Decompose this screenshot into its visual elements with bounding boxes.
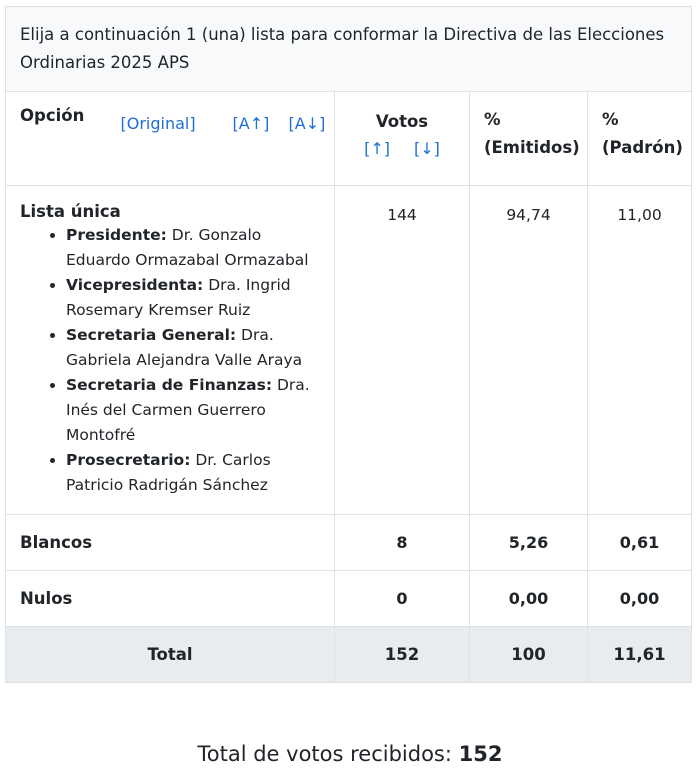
- list-member: Secretaria General: Dra. Gabriela Alejan…: [66, 323, 320, 373]
- sort-original-link[interactable]: [Original]: [121, 114, 196, 133]
- blank-pct-roll: 0,61: [587, 514, 692, 571]
- list-member: Prosecretario: Dr. Carlos Patricio Radri…: [66, 448, 320, 498]
- list-pct-emitted: 94,74: [469, 185, 588, 515]
- total-votes-received-label: Total de votos recibidos:: [197, 742, 452, 766]
- pct-emitted-header-symbol: %: [484, 110, 501, 129]
- null-votes: 0: [334, 570, 470, 627]
- list-member: Presidente: Dr. Gonzalo Eduardo Ormazaba…: [66, 223, 320, 273]
- total-votes: 152: [334, 626, 470, 683]
- blank-pct-emitted: 5,26: [469, 514, 588, 571]
- total-label: Total: [5, 626, 335, 683]
- option-header: Opción [Original] [A↑] [A↓]: [5, 91, 335, 186]
- sort-alpha-asc-link[interactable]: [A↑]: [233, 114, 270, 133]
- blank-label: Blancos: [5, 514, 335, 571]
- list-row: Lista única Presidente: Dr. Gonzalo Edua…: [5, 185, 692, 515]
- list-member: Secretaria de Finanzas: Dra. Inés del Ca…: [66, 373, 320, 448]
- null-row: Nulos 0 0,00 0,00: [5, 570, 692, 627]
- header-row: Opción [Original] [A↑] [A↓] Votos [↑] [↓]…: [5, 91, 692, 186]
- sort-votes-asc-link[interactable]: [↑]: [364, 139, 390, 158]
- blank-votes: 8: [334, 514, 470, 571]
- member-role: Secretaria General:: [66, 326, 237, 344]
- votes-header: Votos [↑] [↓]: [334, 91, 470, 186]
- blank-row: Blancos 8 5,26 0,61: [5, 514, 692, 571]
- pct-roll-header-label: (Padrón): [602, 138, 683, 157]
- member-role: Prosecretario:: [66, 451, 191, 469]
- member-role: Vicepresidenta:: [66, 276, 204, 294]
- sort-alpha-desc-link[interactable]: [A↓]: [289, 114, 326, 133]
- pct-roll-header: % (Padrón): [587, 91, 692, 186]
- member-role: Presidente:: [66, 226, 167, 244]
- total-row: Total 152 100 11,61: [5, 626, 692, 683]
- null-pct-emitted: 0,00: [469, 570, 588, 627]
- list-members: Presidente: Dr. Gonzalo Eduardo Ormazaba…: [20, 223, 320, 498]
- list-member: Vicepresidenta: Dra. Ingrid Rosemary Kre…: [66, 273, 320, 323]
- pct-emitted-header: % (Emitidos): [469, 91, 588, 186]
- total-pct-roll: 11,61: [587, 626, 692, 683]
- pct-roll-header-symbol: %: [602, 110, 619, 129]
- sort-votes-desc-link[interactable]: [↓]: [414, 139, 440, 158]
- list-votes: 144: [334, 185, 470, 515]
- member-role: Secretaria de Finanzas:: [66, 376, 273, 394]
- total-pct-emitted: 100: [469, 626, 588, 683]
- votes-header-label: Votos: [375, 112, 429, 131]
- total-votes-received-value: 152: [458, 742, 503, 766]
- total-votes-received: Total de votos recibidos: 152: [0, 742, 700, 766]
- list-name: Lista única: [20, 202, 121, 221]
- option-header-label: Opción: [20, 106, 85, 125]
- results-table: Elija a continuación 1 (una) lista para …: [5, 6, 692, 683]
- list-pct-roll: 11,00: [587, 185, 692, 515]
- null-pct-roll: 0,00: [587, 570, 692, 627]
- pct-emitted-header-label: (Emitidos): [484, 138, 580, 157]
- list-option-cell: Lista única Presidente: Dr. Gonzalo Edua…: [5, 185, 335, 515]
- null-label: Nulos: [5, 570, 335, 627]
- question-title: Elija a continuación 1 (una) lista para …: [5, 6, 692, 92]
